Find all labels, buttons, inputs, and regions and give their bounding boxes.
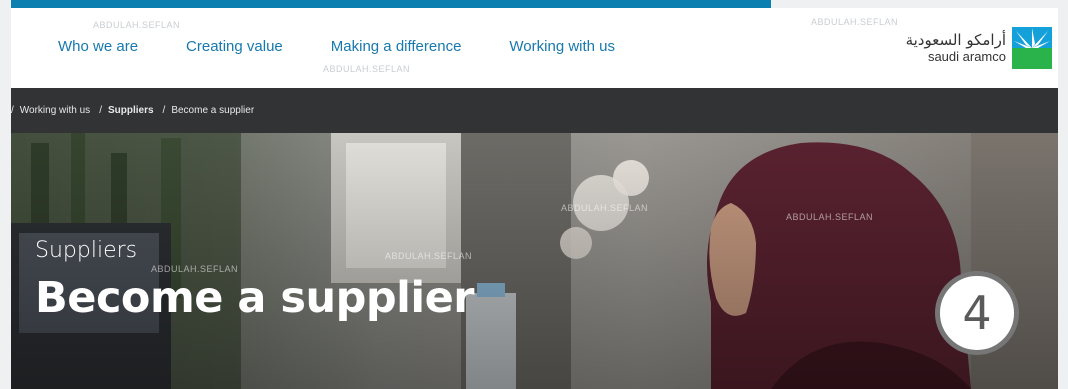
top-accent-bar [11, 0, 771, 8]
nav-creating-value[interactable]: Creating value [186, 38, 283, 55]
breadcrumb-separator: / [99, 105, 102, 116]
breadcrumb-working-with-us[interactable]: Working with us [20, 105, 90, 116]
watermark: ABDULAH.SEFLAN [385, 251, 473, 261]
breadcrumb: / Working with us / Suppliers / Become a… [11, 88, 1058, 133]
watermark: ABDULAH.SEFLAN [811, 17, 899, 27]
breadcrumb-separator: / [162, 105, 166, 116]
page-frame: Who we are Creating value Making a diffe… [11, 8, 1058, 389]
nav-who-we-are[interactable]: Who we are [58, 38, 138, 55]
step-number: 4 [962, 286, 992, 340]
logo-arabic-text: أرامكو السعودية [905, 31, 1006, 49]
hero-title: Become a supplier [35, 273, 475, 323]
breadcrumb-suppliers[interactable]: Suppliers [108, 105, 154, 116]
hero-photo [11, 133, 1058, 389]
hero-subtitle: Suppliers [35, 238, 138, 263]
main-nav: Who we are Creating value Making a diffe… [58, 38, 663, 55]
site-header: Who we are Creating value Making a diffe… [11, 8, 1058, 88]
nav-working-with-us[interactable]: Working with us [509, 38, 615, 55]
logo-english-text: saudi aramco [927, 49, 1006, 64]
hero-banner: ABDULAH.SEFLAN ABDULAH.SEFLAN ABDULAH.SE… [11, 133, 1058, 389]
watermark: ABDULAH.SEFLAN [93, 20, 181, 30]
nav-making-a-difference[interactable]: Making a difference [331, 38, 462, 55]
step-number-badge: 4 [935, 271, 1019, 355]
breadcrumb-separator: / [11, 105, 14, 116]
aramco-emblem-icon [1012, 27, 1052, 69]
watermark: ABDULAH.SEFLAN [561, 203, 649, 213]
watermark: ABDULAH.SEFLAN [786, 212, 874, 222]
watermark: ABDULAH.SEFLAN [323, 64, 411, 74]
saudi-aramco-logo[interactable]: أرامكو السعودية saudi aramco [906, 27, 1052, 69]
breadcrumb-current-page: Become a supplier [171, 105, 255, 116]
